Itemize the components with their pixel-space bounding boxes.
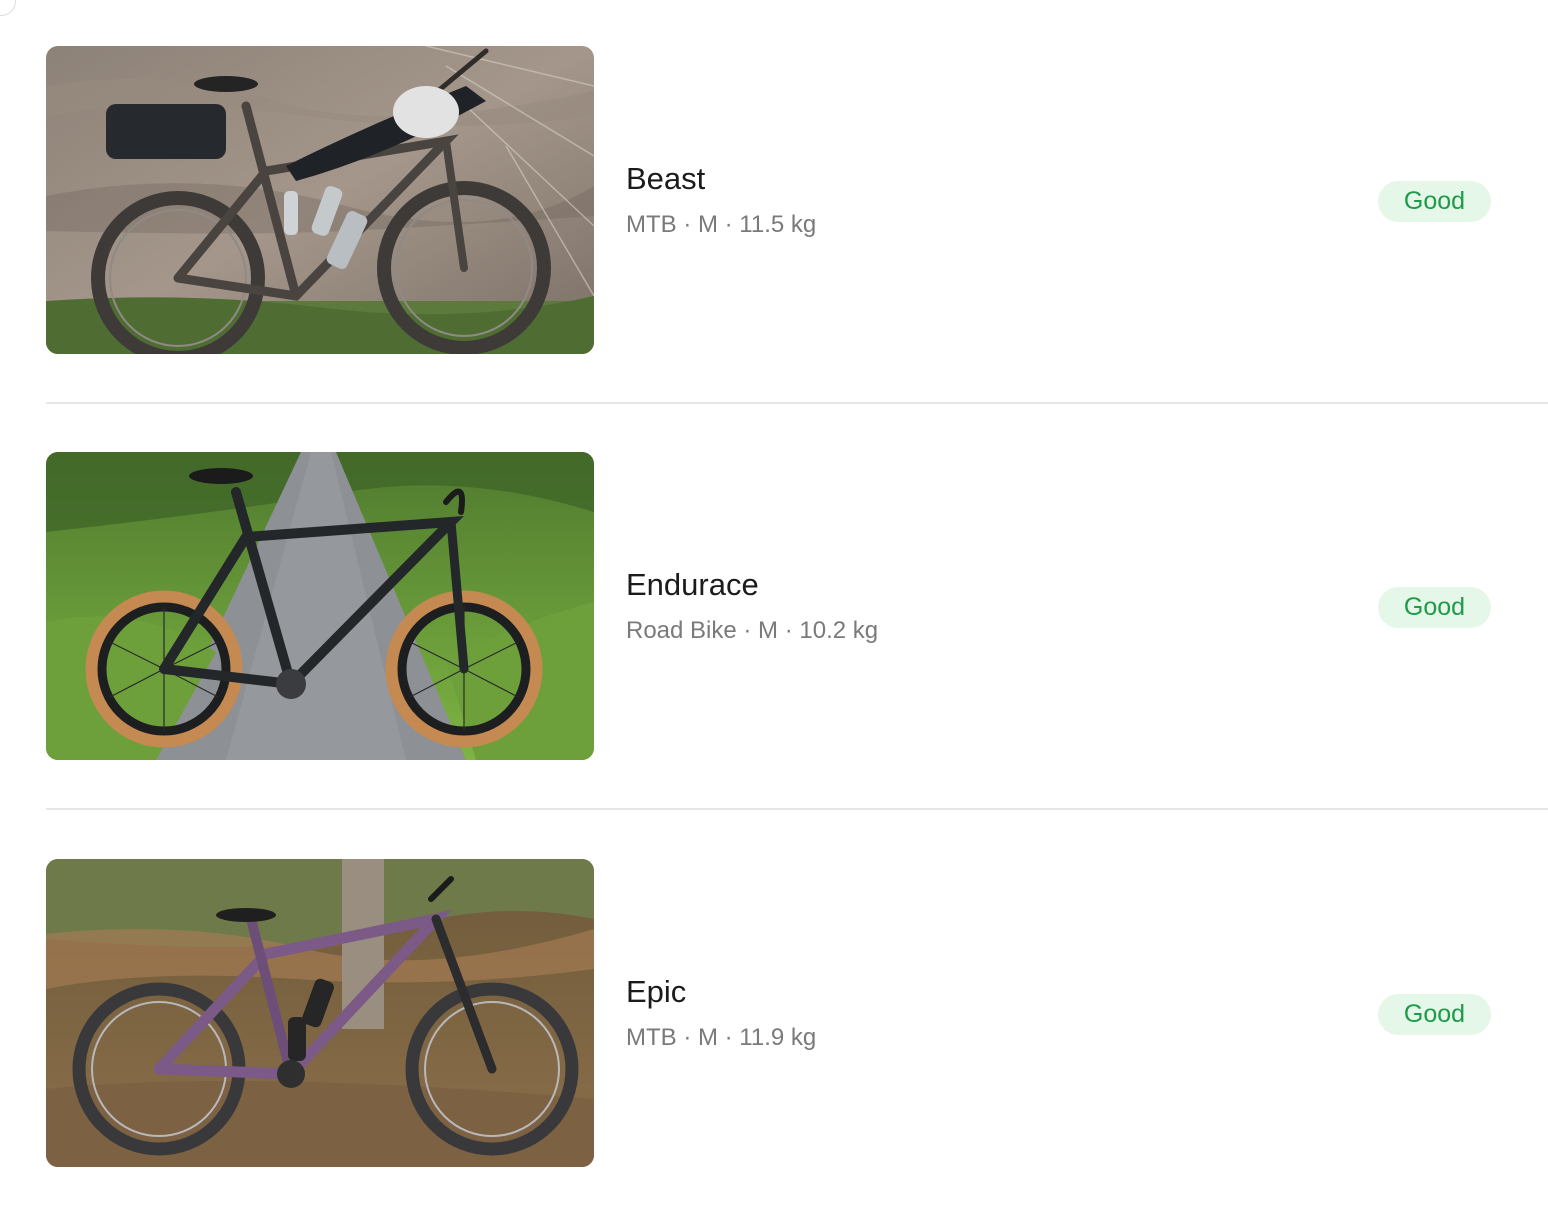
bike-photo-epic bbox=[46, 859, 594, 1167]
bike-meta: MTB · M · 11.9 kg bbox=[626, 1024, 817, 1051]
bike-info: Beast MTB · M · 11.5 kg bbox=[626, 160, 1226, 240]
bike-info: Epic MTB · M · 11.9 kg bbox=[626, 973, 1226, 1053]
bike-meta: MTB · M · 11.5 kg bbox=[626, 211, 817, 238]
bike-row-endurace[interactable]: Endurace Road Bike · M · 10.2 kg Good bbox=[46, 452, 1548, 760]
bike-meta: Road Bike · M · 10.2 kg bbox=[626, 617, 879, 644]
bike-name: Endurace bbox=[626, 567, 759, 602]
bike-row-beast[interactable]: Beast MTB · M · 11.5 kg Good bbox=[46, 46, 1548, 354]
bike-name: Epic bbox=[626, 974, 687, 1009]
status-badge: Good bbox=[1378, 994, 1491, 1035]
status-badge: Good bbox=[1378, 587, 1491, 628]
row-divider bbox=[46, 808, 1548, 810]
bike-name: Beast bbox=[626, 161, 706, 196]
bike-info: Endurace Road Bike · M · 10.2 kg bbox=[626, 566, 1226, 646]
bike-photo-endurace bbox=[46, 452, 594, 760]
bike-row-epic[interactable]: Epic MTB · M · 11.9 kg Good bbox=[46, 859, 1548, 1167]
status-badge: Good bbox=[1378, 181, 1491, 222]
bike-photo-beast bbox=[46, 46, 594, 354]
row-divider bbox=[46, 402, 1548, 404]
panel-corner bbox=[0, 0, 16, 16]
